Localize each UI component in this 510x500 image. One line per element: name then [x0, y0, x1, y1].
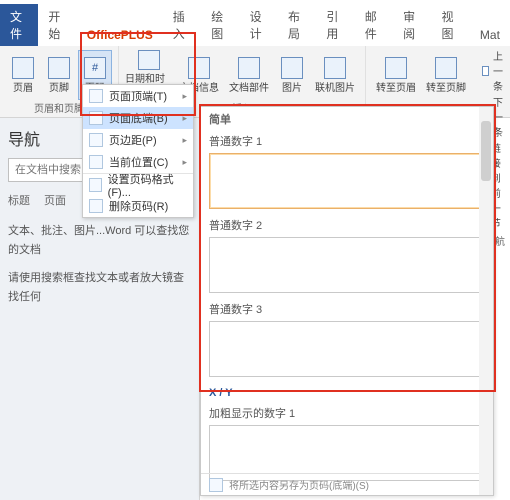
tab-mail[interactable]: 邮件: [355, 4, 393, 46]
nav-tab-headings[interactable]: 标题: [8, 192, 30, 208]
remove-icon: [89, 199, 103, 213]
group-label-header-footer: 页眉和页脚: [34, 100, 84, 114]
current-icon: [89, 155, 103, 169]
header-label: 页眉: [13, 79, 33, 94]
tab-view[interactable]: 视图: [432, 4, 470, 46]
gallery-item-2-label: 普通数字 2: [201, 215, 493, 235]
footer-label: 页脚: [49, 79, 69, 94]
ribbon-tabs: 文件 开始 OfficePLUS 插入 绘图 设计 布局 引用 邮件 审阅 视图…: [0, 22, 510, 46]
dropdown-bottom-of-page[interactable]: 页面底端(B) ▸: [83, 107, 193, 129]
tab-home[interactable]: 开始: [38, 4, 76, 46]
docparts-button[interactable]: 文档部件: [225, 50, 273, 100]
dd-remove-label: 删除页码(R): [109, 198, 168, 214]
gallery-footer[interactable]: 将所选内容另存为页码(底端)(S): [201, 473, 479, 495]
gallery-heading-xy: X / Y: [201, 383, 493, 403]
tab-references[interactable]: 引用: [316, 4, 354, 46]
nav-prev-button[interactable]: 上一条: [482, 48, 508, 93]
gallery-item-bold-label: 加粗显示的数字 1: [201, 403, 493, 423]
picture-icon: [281, 57, 303, 79]
tab-review[interactable]: 审阅: [393, 4, 431, 46]
picture-button[interactable]: 图片: [275, 50, 309, 100]
tab-officeplus[interactable]: OfficePLUS: [77, 24, 163, 46]
online-picture-label: 联机图片: [315, 79, 355, 94]
tab-layout[interactable]: 布局: [278, 4, 316, 46]
chevron-right-icon: ▸: [182, 157, 187, 168]
tab-draw[interactable]: 绘图: [201, 4, 239, 46]
goto-footer-label: 转至页脚: [426, 79, 466, 94]
chevron-right-icon: ▸: [182, 91, 187, 102]
dd-top-label: 页面顶端(T): [109, 88, 167, 104]
gallery-item-1-label: 普通数字 1: [201, 131, 493, 151]
footer-icon: [48, 57, 70, 79]
picture-label: 图片: [282, 79, 302, 94]
goto-header-label: 转至页眉: [376, 79, 416, 94]
page-number-icon: #: [84, 57, 106, 79]
header-button[interactable]: 页眉: [6, 50, 40, 100]
dd-bottom-label: 页面底端(B): [109, 110, 168, 126]
gallery-item-3-label: 普通数字 3: [201, 299, 493, 319]
page-number-gallery: 简单 普通数字 1 普通数字 2 普通数字 3 X / Y 加粗显示的数字 1 …: [200, 106, 494, 496]
tab-math[interactable]: Mat: [470, 24, 510, 46]
dd-margins-label: 页边距(P): [109, 132, 157, 148]
docinfo-icon: [188, 57, 210, 79]
gallery-scrollbar[interactable]: [479, 107, 493, 495]
dropdown-remove[interactable]: 删除页码(R): [83, 195, 193, 217]
bottom-icon: [89, 111, 103, 125]
chevron-right-icon: ▸: [182, 135, 187, 146]
nav-prev-label: 上一条: [493, 48, 508, 93]
header-icon: [12, 57, 34, 79]
prev-icon: [482, 66, 489, 76]
top-icon: [89, 89, 103, 103]
page-number-dropdown: 页面顶端(T) ▸ 页面底端(B) ▸ 页边距(P) ▸ 当前位置(C) ▸ 设置页码格…: [82, 84, 194, 218]
goto-footer-icon: [435, 57, 457, 79]
online-picture-icon: [324, 57, 346, 79]
chevron-right-icon: ▸: [182, 113, 187, 124]
dd-current-label: 当前位置(C): [109, 154, 168, 170]
format-icon: [89, 178, 102, 192]
gallery-item-3[interactable]: [209, 321, 485, 377]
goto-header-button[interactable]: 转至页眉: [372, 50, 420, 100]
docparts-icon: [238, 57, 260, 79]
dropdown-top-of-page[interactable]: 页面顶端(T) ▸: [83, 85, 193, 107]
gallery-item-2[interactable]: [209, 237, 485, 293]
docparts-label: 文档部件: [229, 79, 269, 94]
tab-design[interactable]: 设计: [240, 4, 278, 46]
gallery-item-1[interactable]: [209, 153, 485, 209]
dropdown-page-margins[interactable]: 页边距(P) ▸: [83, 129, 193, 151]
tab-file[interactable]: 文件: [0, 4, 38, 46]
goto-header-icon: [385, 57, 407, 79]
nav-tab-pages[interactable]: 页面: [44, 192, 66, 208]
datetime-icon: [138, 50, 160, 70]
gallery-footer-label: 将所选内容另存为页码(底端)(S): [229, 477, 369, 492]
footer-button[interactable]: 页脚: [42, 50, 76, 100]
dropdown-format[interactable]: 设置页码格式(F)...: [83, 173, 193, 195]
scrollbar-thumb[interactable]: [481, 121, 491, 181]
save-selection-icon: [209, 478, 223, 492]
tab-insert[interactable]: 插入: [163, 4, 201, 46]
nav-next-label: 下一条: [493, 94, 508, 139]
goto-footer-button[interactable]: 转至页脚: [422, 50, 470, 100]
gallery-heading-simple: 简单: [201, 107, 493, 131]
online-picture-button[interactable]: 联机图片: [311, 50, 359, 100]
margins-icon: [89, 133, 103, 147]
nav-help-text-1: 文本、批注、图片...Word 可以查找您的文档: [8, 222, 191, 259]
nav-help-text-2: 请使用搜索框查找文本或者放大镜查找任何: [8, 269, 191, 306]
